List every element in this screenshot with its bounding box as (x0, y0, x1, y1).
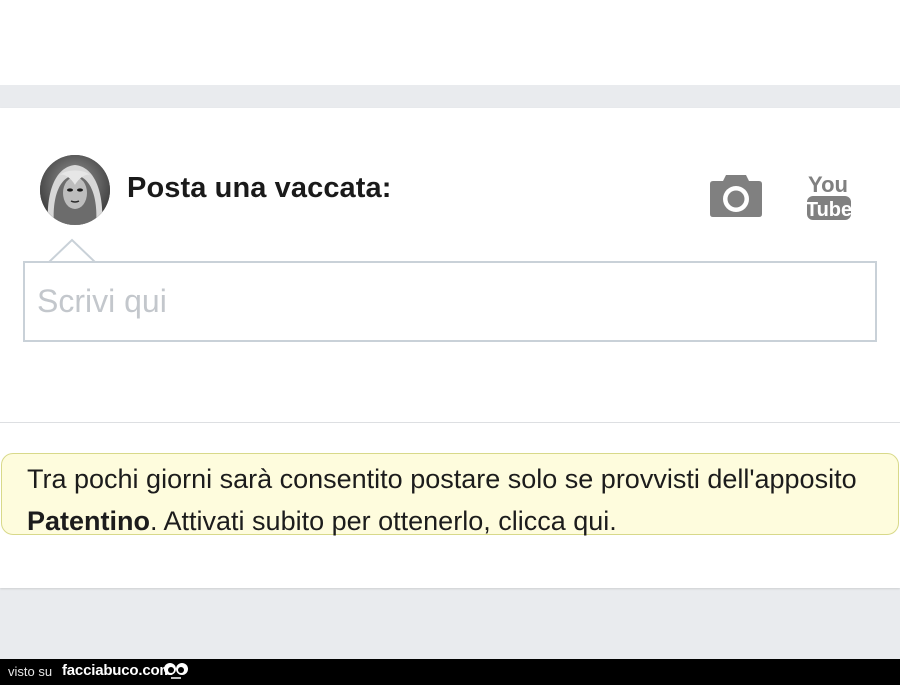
user-avatar[interactable] (40, 155, 110, 225)
notice-highlight: Patentino (27, 506, 151, 536)
youtube-button[interactable]: You Tube (806, 170, 852, 222)
youtube-icon: You Tube (806, 172, 852, 221)
eyes-logo-icon (164, 663, 188, 679)
avatar-image (40, 155, 110, 225)
post-text-input[interactable] (23, 261, 877, 342)
post-composer-card: Posta una vaccata: You Tube Tra pochi gi… (0, 108, 900, 588)
youtube-you-text: You (808, 172, 848, 197)
camera-icon (710, 175, 762, 217)
divider (0, 422, 900, 423)
camera-button[interactable] (709, 172, 763, 218)
input-pointer-notch (48, 238, 96, 263)
top-card (0, 0, 900, 85)
composer-title: Posta una vaccata: (127, 172, 392, 204)
patentino-notice[interactable]: Tra pochi giorni sarà consentito postare… (1, 453, 899, 536)
notice-text-after: . Attivati subito per ottenerlo, clicca … (150, 506, 617, 536)
youtube-tube-text: Tube (806, 199, 852, 221)
watermark-bar: visto su facciabuco.com (0, 659, 900, 685)
notice-text-before: Tra pochi giorni sarà consentito postare… (27, 464, 857, 494)
card-gap (0, 85, 900, 108)
footer-seen-on: visto su (8, 664, 53, 679)
footer-site-name: facciabuco.com (62, 662, 173, 679)
